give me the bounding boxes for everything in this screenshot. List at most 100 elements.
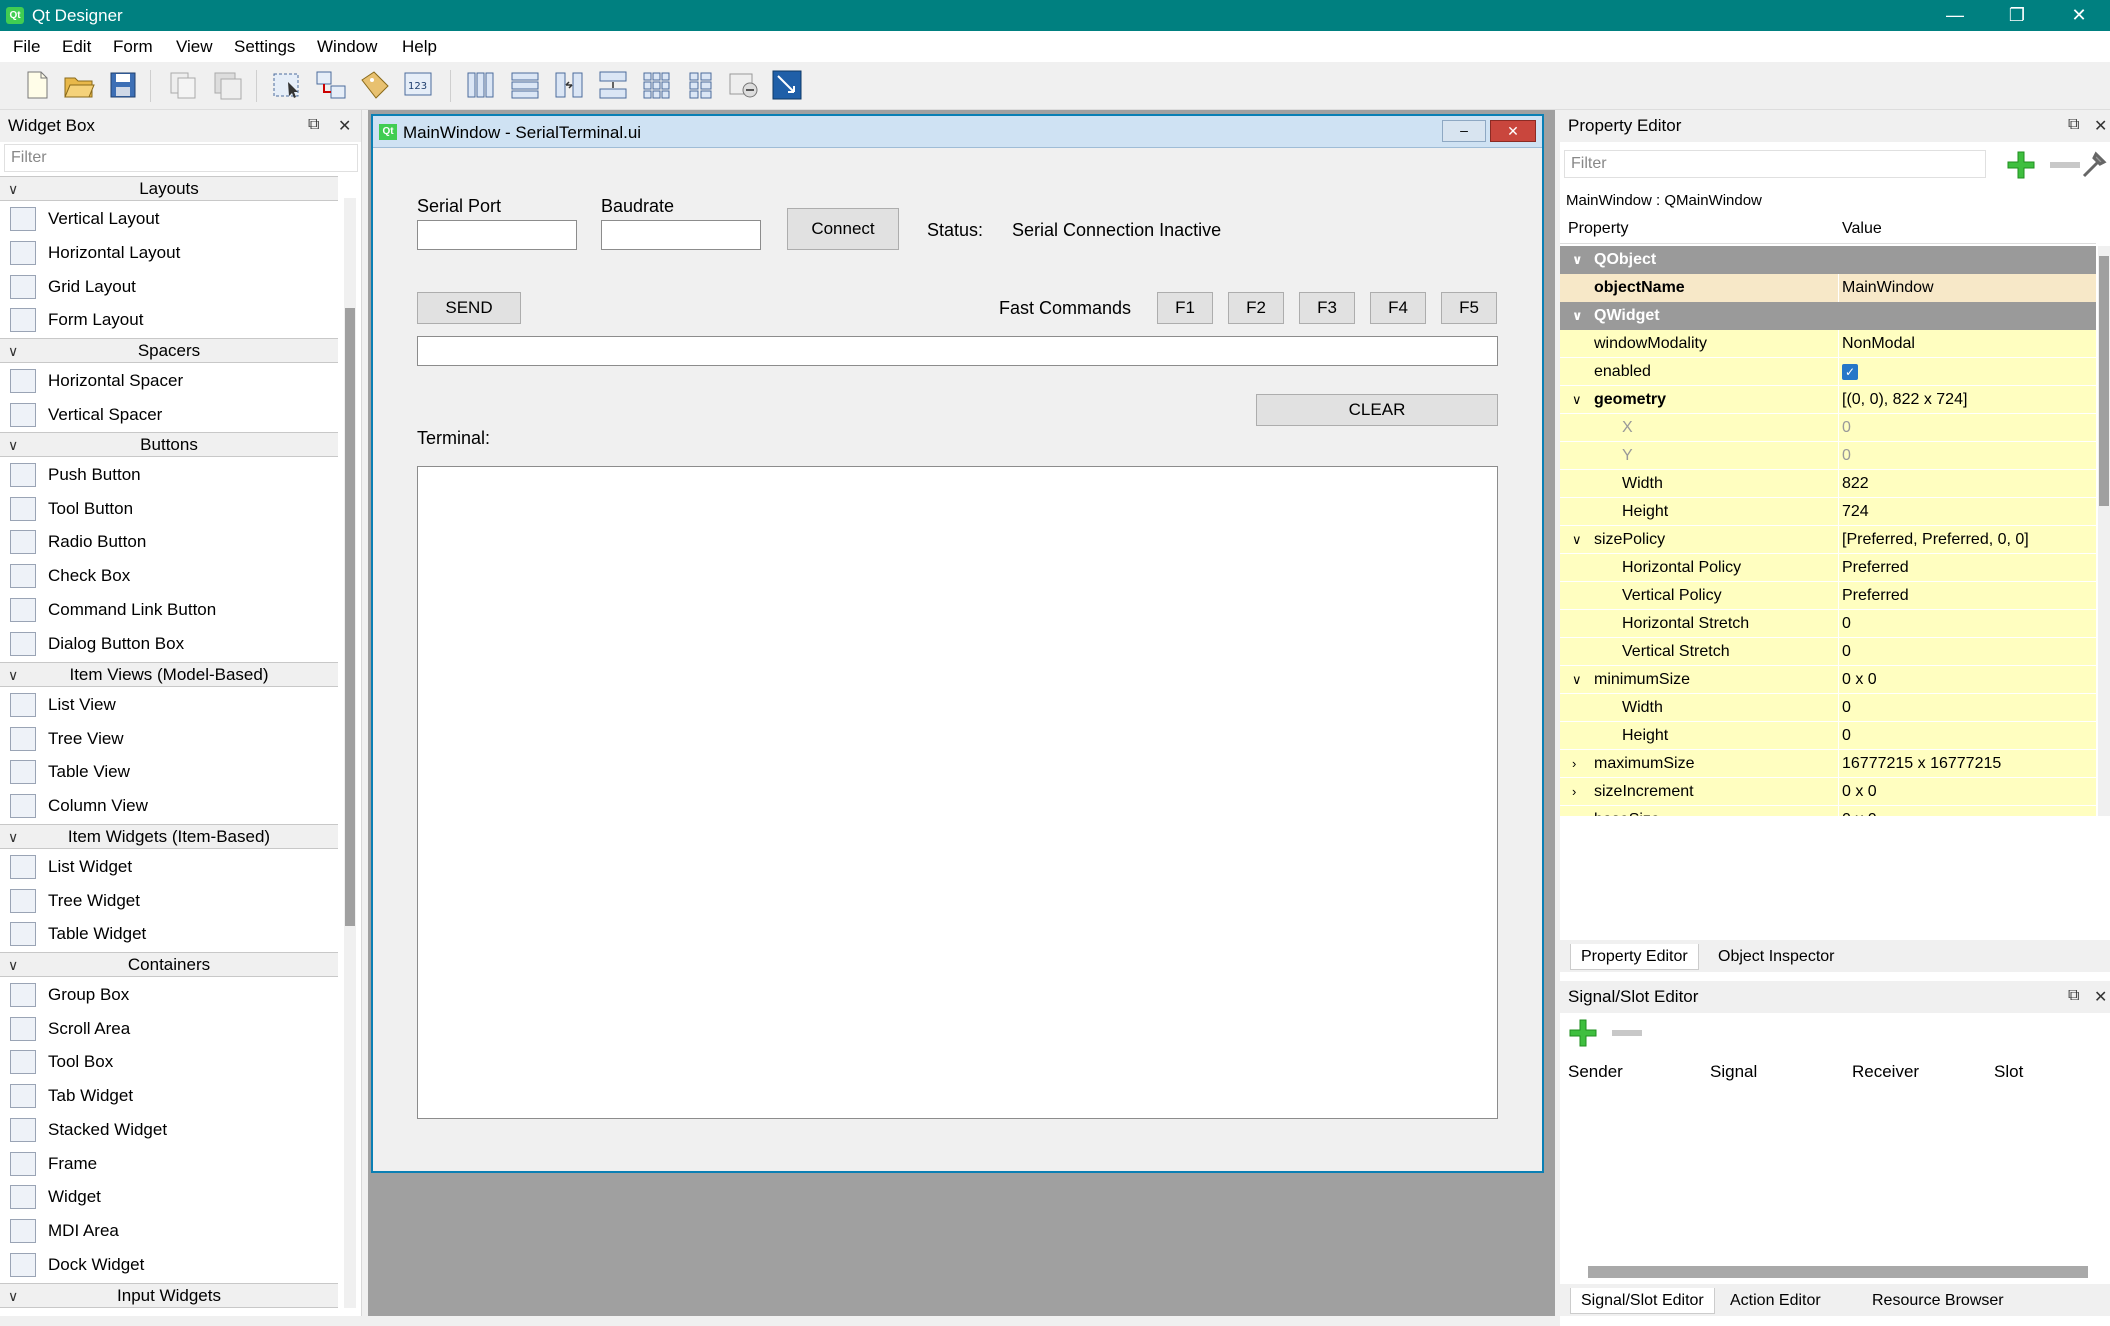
tab-object-inspector[interactable]: Object Inspector: [1708, 944, 1845, 970]
chevron-down-icon[interactable]: ∨: [1572, 806, 1582, 816]
copy-icon[interactable]: [166, 68, 200, 102]
menu-form[interactable]: Form: [113, 37, 153, 57]
category-buttons[interactable]: ∨ Buttons: [0, 432, 338, 457]
float-dock-icon[interactable]: ⧉: [2068, 116, 2079, 134]
property-row[interactable]: Width 822: [1560, 470, 2096, 498]
remove-connection-icon[interactable]: [1612, 1030, 1642, 1036]
property-value[interactable]: NonModal: [1842, 330, 1915, 358]
property-value[interactable]: 0: [1842, 414, 1851, 442]
widget-command-link-button[interactable]: Command Link Button: [8, 593, 338, 626]
property-value[interactable]: 0 x 0: [1842, 666, 1877, 694]
chevron-down-icon[interactable]: ∨: [1572, 302, 1583, 330]
widget-stacked-widget[interactable]: Stacked Widget: [8, 1113, 338, 1146]
category-input-widgets[interactable]: ∨ Input Widgets: [0, 1283, 338, 1308]
property-row[interactable]: › sizeIncrement 0 x 0: [1560, 778, 2096, 806]
layout-horizontally-icon[interactable]: [464, 68, 498, 102]
widget-scroll-area[interactable]: Scroll Area: [8, 1012, 338, 1045]
serial-port-input[interactable]: [417, 220, 577, 250]
property-value[interactable]: 0: [1842, 722, 1851, 750]
property-row[interactable]: ∨ QWidget: [1560, 302, 2096, 330]
property-row[interactable]: ∨ geometry [(0, 0), 822 x 724]: [1560, 386, 2096, 414]
layout-vertical-splitter-icon[interactable]: [596, 68, 630, 102]
property-value[interactable]: 16777215 x 16777215: [1842, 750, 2001, 778]
terminal-output[interactable]: [417, 466, 1498, 1119]
f3-button[interactable]: F3: [1299, 292, 1355, 324]
widget-vertical-spacer[interactable]: Vertical Spacer: [8, 398, 338, 431]
widget-form-layout[interactable]: Form Layout: [8, 303, 338, 336]
adjust-size-icon[interactable]: [770, 68, 804, 102]
widget-horizontal-spacer[interactable]: Horizontal Spacer: [8, 364, 338, 397]
new-form-icon[interactable]: [20, 68, 54, 102]
property-value[interactable]: 0: [1842, 638, 1851, 666]
widget-push-button[interactable]: Push Button: [8, 458, 338, 491]
tab-resource-browser[interactable]: Resource Browser: [1862, 1288, 2014, 1314]
property-row[interactable]: objectName MainWindow: [1560, 274, 2096, 302]
connect-button[interactable]: Connect: [787, 208, 899, 250]
chevron-down-icon[interactable]: ∨: [1572, 526, 1582, 554]
property-row[interactable]: Height 0: [1560, 722, 2096, 750]
property-value[interactable]: 0 x 0: [1842, 778, 1877, 806]
add-dynamic-property-icon[interactable]: [2006, 150, 2036, 180]
property-row[interactable]: › maximumSize 16777215 x 16777215: [1560, 750, 2096, 778]
category-item-widgets[interactable]: ∨ Item Widgets (Item-Based): [0, 824, 338, 849]
layout-horizontal-splitter-icon[interactable]: [552, 68, 586, 102]
close-dock-icon[interactable]: ✕: [2094, 116, 2107, 136]
property-row[interactable]: ∨ minimumSize 0 x 0: [1560, 666, 2096, 694]
widget-box-scrollbar[interactable]: [344, 198, 356, 1308]
widget-column-view[interactable]: Column View: [8, 789, 338, 822]
property-row[interactable]: Width 0: [1560, 694, 2096, 722]
widget-list-view[interactable]: List View: [8, 688, 338, 721]
property-value[interactable]: 822: [1842, 470, 1869, 498]
f5-button[interactable]: F5: [1441, 292, 1497, 324]
property-row[interactable]: Vertical Stretch 0: [1560, 638, 2096, 666]
widget-tree-view[interactable]: Tree View: [8, 722, 338, 755]
property-row[interactable]: Horizontal Stretch 0: [1560, 610, 2096, 638]
minimize-icon[interactable]: –: [1442, 120, 1486, 142]
f2-button[interactable]: F2: [1228, 292, 1284, 324]
signal-slot-hscrollbar[interactable]: [1588, 1266, 2088, 1278]
category-spacers[interactable]: ∨ Spacers: [0, 338, 338, 363]
scrollbar-thumb[interactable]: [345, 308, 355, 926]
property-scrollbar[interactable]: [2098, 246, 2110, 816]
widget-box-filter-input[interactable]: Filter: [4, 144, 358, 172]
menu-file[interactable]: File: [13, 37, 40, 57]
f4-button[interactable]: F4: [1370, 292, 1426, 324]
widget-mdi-area[interactable]: MDI Area: [8, 1214, 338, 1247]
category-item-views[interactable]: ∨ Item Views (Model-Based): [0, 662, 338, 687]
property-row[interactable]: Y0: [1560, 442, 2096, 470]
chevron-right-icon[interactable]: ›: [1572, 778, 1576, 806]
property-row[interactable]: Vertical Policy Preferred: [1560, 582, 2096, 610]
edit-tab-order-icon[interactable]: 123: [402, 68, 436, 102]
property-value[interactable]: [Preferred, Preferred, 0, 0]: [1842, 526, 2029, 554]
property-value[interactable]: 0: [1842, 694, 1851, 722]
widget-dock-widget[interactable]: Dock Widget: [8, 1248, 338, 1281]
edit-widgets-icon[interactable]: [270, 68, 304, 102]
float-dock-icon[interactable]: ⧉: [308, 116, 319, 134]
close-icon[interactable]: ✕: [1490, 120, 1536, 142]
break-layout-icon[interactable]: [726, 68, 760, 102]
widget-grid-layout[interactable]: Grid Layout: [8, 270, 338, 303]
widget-widget[interactable]: Widget: [8, 1180, 338, 1213]
property-row[interactable]: Height 724: [1560, 498, 2096, 526]
tab-action-editor[interactable]: Action Editor: [1720, 1288, 1831, 1314]
menu-view[interactable]: View: [176, 37, 213, 57]
property-row[interactable]: ∨ QObject: [1560, 246, 2096, 274]
widget-tool-button[interactable]: Tool Button: [8, 492, 338, 525]
widget-vertical-layout[interactable]: Vertical Layout: [8, 202, 338, 235]
widget-table-widget[interactable]: Table Widget: [8, 917, 338, 950]
menu-settings[interactable]: Settings: [234, 37, 295, 57]
widget-frame[interactable]: Frame: [8, 1147, 338, 1180]
close-icon[interactable]: ✕: [2048, 0, 2110, 31]
chevron-down-icon[interactable]: ∨: [1572, 246, 1583, 274]
enabled-checkbox[interactable]: ✓: [1842, 358, 1858, 386]
layout-vertically-icon[interactable]: [508, 68, 542, 102]
menu-help[interactable]: Help: [402, 37, 437, 57]
send-to-back-icon[interactable]: [210, 68, 244, 102]
float-dock-icon[interactable]: ⧉: [2068, 987, 2079, 1005]
property-row[interactable]: ∨ baseSize 0 x 0: [1560, 806, 2096, 816]
widget-table-view[interactable]: Table View: [8, 755, 338, 788]
close-dock-icon[interactable]: ✕: [338, 116, 351, 136]
widget-dialog-button-box[interactable]: Dialog Button Box: [8, 627, 338, 660]
widget-list-widget[interactable]: List Widget: [8, 850, 338, 883]
add-connection-icon[interactable]: [1568, 1018, 1598, 1048]
